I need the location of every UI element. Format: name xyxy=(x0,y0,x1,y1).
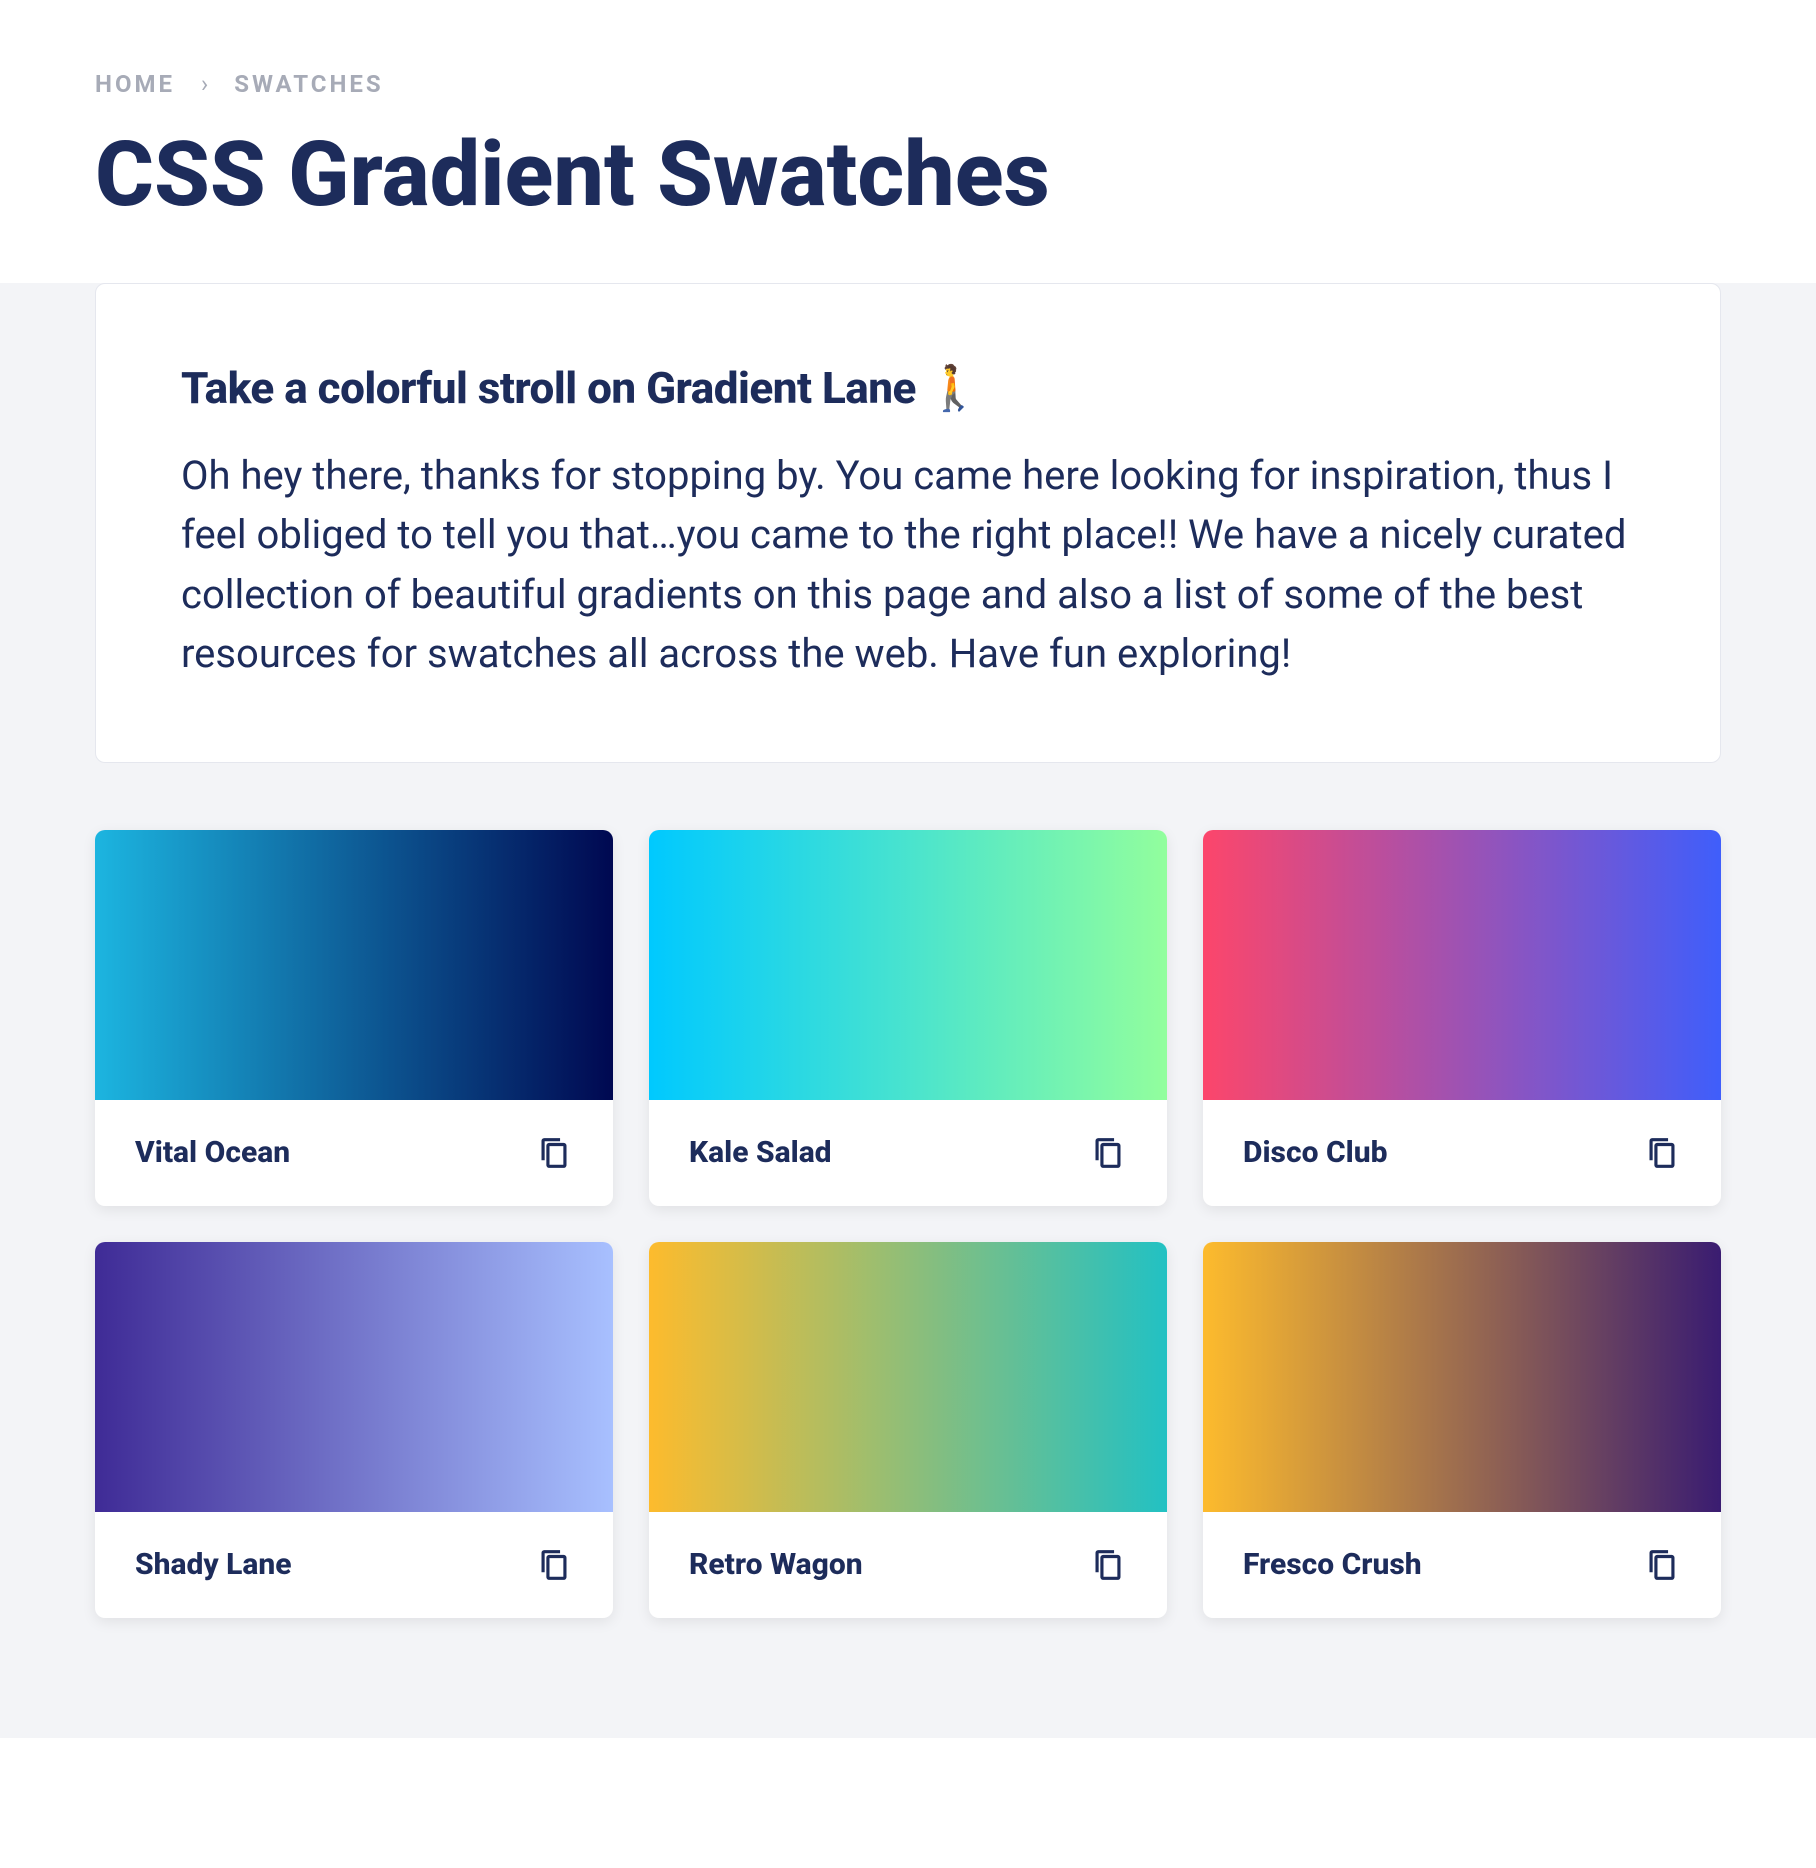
swatch-name: Vital Ocean xyxy=(135,1135,290,1170)
swatch-card: Retro Wagon xyxy=(649,1242,1167,1618)
copy-icon xyxy=(1093,1548,1123,1582)
copy-button[interactable] xyxy=(1643,1544,1681,1586)
swatch-footer: Shady Lane xyxy=(95,1512,613,1618)
swatch-name: Retro Wagon xyxy=(689,1547,863,1582)
swatch-preview[interactable] xyxy=(95,830,613,1100)
copy-icon xyxy=(539,1136,569,1170)
swatch-footer: Retro Wagon xyxy=(649,1512,1167,1618)
intro-card: Take a colorful stroll on Gradient Lane … xyxy=(95,283,1721,763)
copy-button[interactable] xyxy=(1643,1132,1681,1174)
swatch-footer: Disco Club xyxy=(1203,1100,1721,1206)
swatch-preview[interactable] xyxy=(649,1242,1167,1512)
intro-heading: Take a colorful stroll on Gradient Lane … xyxy=(181,362,1635,414)
swatch-footer: Vital Ocean xyxy=(95,1100,613,1206)
breadcrumb-current: SWATCHES xyxy=(234,70,383,98)
copy-icon xyxy=(1093,1136,1123,1170)
breadcrumb-home-link[interactable]: HOME xyxy=(95,70,175,98)
page-title: CSS Gradient Swatches xyxy=(95,128,1721,223)
breadcrumb-separator: › xyxy=(201,70,208,98)
swatch-card: Vital Ocean xyxy=(95,830,613,1206)
intro-body: Oh hey there, thanks for stopping by. Yo… xyxy=(181,446,1635,684)
swatch-name: Fresco Crush xyxy=(1243,1547,1422,1582)
swatch-preview[interactable] xyxy=(1203,830,1721,1100)
swatch-name: Shady Lane xyxy=(135,1547,292,1582)
swatch-grid: Vital Ocean Kale Salad Disco Club Shady Lan… xyxy=(95,830,1721,1618)
copy-button[interactable] xyxy=(535,1132,573,1174)
swatch-name: Disco Club xyxy=(1243,1135,1387,1170)
copy-button[interactable] xyxy=(535,1544,573,1586)
copy-button[interactable] xyxy=(1089,1544,1127,1586)
swatch-card: Shady Lane xyxy=(95,1242,613,1618)
swatch-name: Kale Salad xyxy=(689,1135,832,1170)
copy-icon xyxy=(1647,1548,1677,1582)
swatch-footer: Kale Salad xyxy=(649,1100,1167,1206)
copy-button[interactable] xyxy=(1089,1132,1127,1174)
swatch-card: Disco Club xyxy=(1203,830,1721,1206)
swatch-card: Fresco Crush xyxy=(1203,1242,1721,1618)
swatch-preview[interactable] xyxy=(649,830,1167,1100)
copy-icon xyxy=(539,1548,569,1582)
breadcrumb: HOME › SWATCHES xyxy=(95,70,1721,98)
swatch-preview[interactable] xyxy=(95,1242,613,1512)
swatch-card: Kale Salad xyxy=(649,830,1167,1206)
content-section: Take a colorful stroll on Gradient Lane … xyxy=(0,283,1816,1738)
copy-icon xyxy=(1647,1136,1677,1170)
swatch-footer: Fresco Crush xyxy=(1203,1512,1721,1618)
swatch-preview[interactable] xyxy=(1203,1242,1721,1512)
